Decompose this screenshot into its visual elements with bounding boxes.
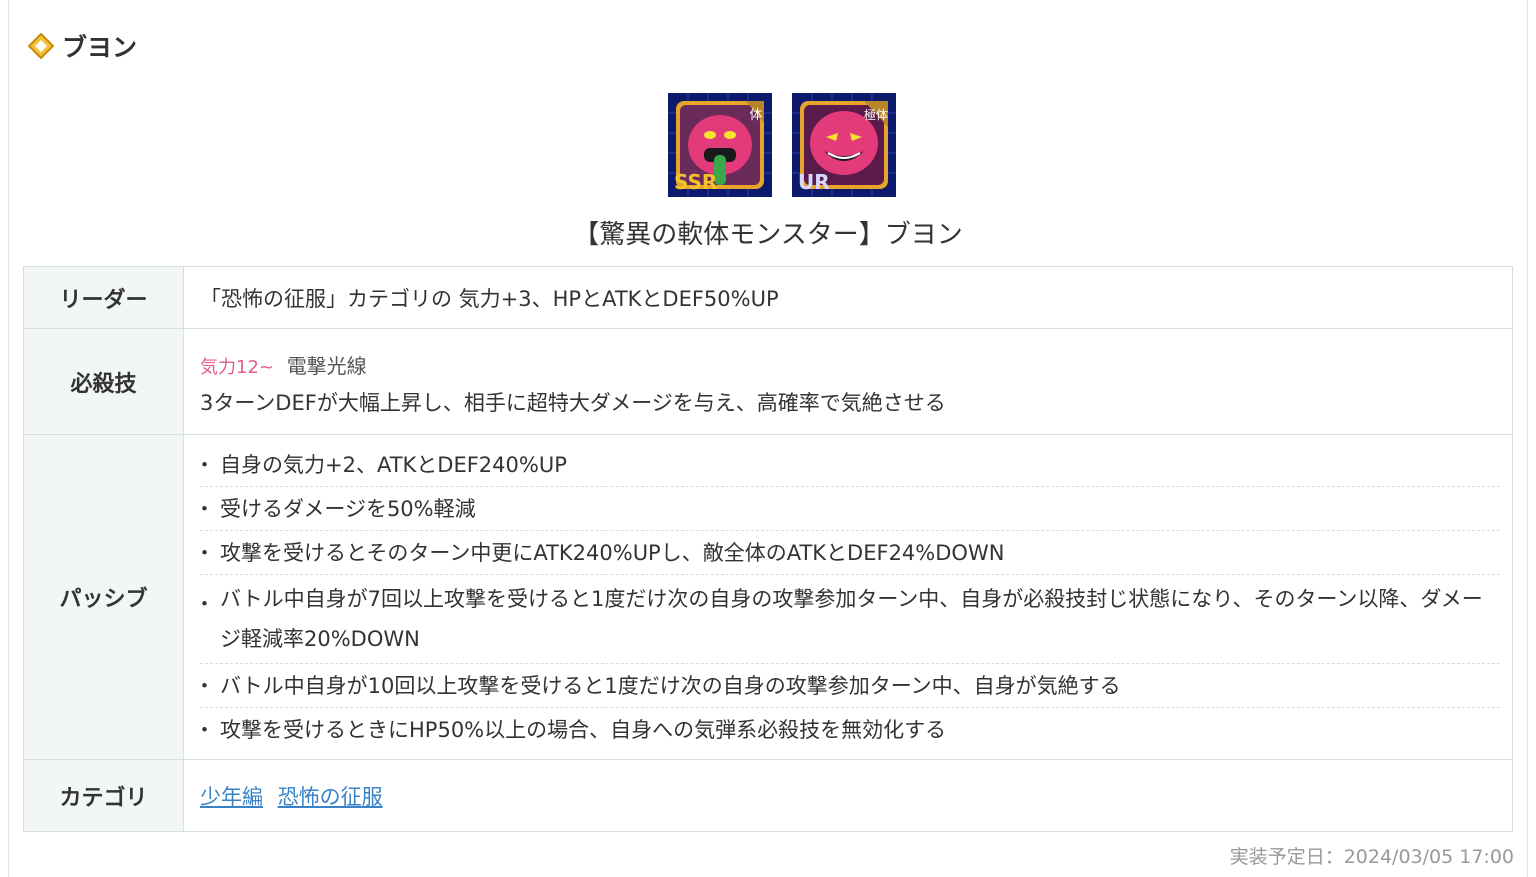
leader-label: リーダー (23, 266, 184, 329)
passive-row: パッシブ 自身の気力+2、ATKとDEF240%UP 受けるダメージを50%軽減… (23, 434, 1513, 760)
super-attack-cell: 気力12~ 電撃光線 3ターンDEFが大幅上昇し、相手に超特大ダメージを与え、高… (183, 328, 1513, 435)
category-link-kyoufu[interactable]: 恐怖の征服 (278, 785, 383, 809)
card-icons: 体 SSR 極体 UR (668, 93, 896, 197)
passive-item: 自身の気力+2、ATKとDEF240%UP (194, 443, 1500, 487)
diamond-icon (28, 33, 54, 59)
ki-requirement: 気力12~ (200, 357, 274, 378)
super-attack-name: 電撃光線 (286, 354, 367, 378)
svg-text:UR: UR (798, 170, 830, 194)
passive-item: バトル中自身が10回以上攻撃を受けると1度だけ次の自身の攻撃参加ターン中、自身が… (194, 664, 1500, 708)
super-attack-effect: 3ターンDEFが大幅上昇し、相手に超特大ダメージを与え、高確率で気絶させる (200, 391, 946, 415)
page-title: ブヨン (62, 33, 138, 62)
svg-text:SSR: SSR (674, 170, 717, 194)
passive-item: バトル中自身が7回以上攻撃を受けると1度だけ次の自身の攻撃参加ターン中、自身が必… (194, 575, 1500, 664)
card-icon-ssr[interactable]: 体 SSR (668, 93, 772, 197)
passive-list: 自身の気力+2、ATKとDEF240%UP 受けるダメージを50%軽減 攻撃を受… (194, 435, 1500, 759)
svg-text:体: 体 (749, 108, 762, 123)
leader-skill: 「恐怖の征服」カテゴリの 気力+3、HPとATKとDEF50%UP (183, 266, 1513, 329)
category-label: カテゴリ (23, 759, 184, 832)
passive-item: 攻撃を受けるとそのターン中更にATK240%UPし、敵全体のATKとDEF24%… (194, 531, 1500, 575)
category-row: カテゴリ 少年編 恐怖の征服 (23, 759, 1513, 832)
category-cell: 少年編 恐怖の征服 (183, 759, 1513, 832)
release-date: 実装予定日：2024/03/05 17:00 (1229, 846, 1514, 868)
passive-item: 受けるダメージを50%軽減 (194, 487, 1500, 531)
passive-label: パッシブ (23, 434, 184, 760)
super-attack-row: 必殺技 気力12~ 電撃光線 3ターンDEFが大幅上昇し、相手に超特大ダメージを… (23, 328, 1513, 435)
svg-text:極体: 極体 (864, 107, 888, 122)
category-link-shounen[interactable]: 少年編 (200, 785, 263, 809)
card-info-table: リーダー 「恐怖の征服」カテゴリの 気力+3、HPとATKとDEF50%UP 必… (23, 266, 1513, 832)
super-attack-label: 必殺技 (23, 328, 184, 435)
leader-row: リーダー 「恐怖の征服」カテゴリの 気力+3、HPとATKとDEF50%UP (23, 266, 1513, 329)
passive-item: 攻撃を受けるときにHP50%以上の場合、自身への気弾系必殺技を無効化する (194, 708, 1500, 751)
card-title: 【驚異の軟体モンスター】ブヨン (573, 220, 963, 250)
card-icon-ur[interactable]: 極体 UR (792, 93, 896, 197)
section-heading: ブヨン (28, 28, 137, 64)
passive-cell: 自身の気力+2、ATKとDEF240%UP 受けるダメージを50%軽減 攻撃を受… (183, 434, 1513, 760)
